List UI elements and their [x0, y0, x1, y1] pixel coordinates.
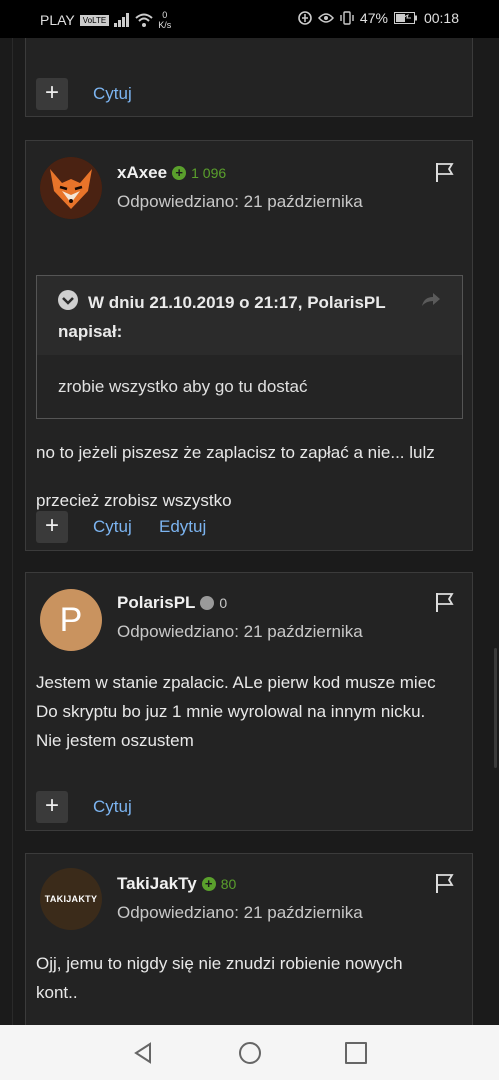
report-flag-icon[interactable]	[434, 161, 456, 183]
reputation-value: 0	[219, 595, 228, 611]
speed-value: 0	[162, 10, 168, 20]
post-paragraph: Nie jestem oszustem	[36, 731, 194, 750]
quote-body: zrobie wszystko aby go tu dostać	[37, 355, 462, 418]
report-flag-icon[interactable]	[434, 872, 456, 894]
post-date: Odpowiedziano: 21 października	[117, 192, 363, 211]
post-card: P PolarisPL 0 Odpowiedziano: 21 paździer…	[25, 572, 473, 831]
eye-comfort-icon	[317, 13, 334, 23]
reputation-value: 1 096	[191, 165, 227, 181]
multiquote-button[interactable]: +	[36, 511, 68, 543]
status-right: 47% 00:18	[298, 10, 459, 26]
scrollbar[interactable]	[494, 648, 497, 768]
post-paragraph: kont..	[36, 983, 78, 1002]
post-card: + Cytuj	[25, 38, 473, 117]
quote-citation: W dniu 21.10.2019 o 21:17, PolarisPL	[88, 293, 386, 312]
post-card: xAxee + 1 096 Odpowiedziano: 21 paździer…	[25, 140, 473, 551]
vibrate-icon	[340, 11, 354, 25]
wifi-icon	[135, 13, 153, 27]
network-speed: 0 K/s	[158, 10, 171, 30]
battery-icon	[393, 12, 417, 24]
post-paragraph: Jestem w stanie zpalacic. ALe pierw kod …	[36, 673, 436, 692]
topic-content[interactable]: + Cytuj xAxee + 1 096 Odpowiedziano: 21 …	[0, 38, 499, 1025]
post-date: Odpowiedziano: 21 października	[117, 622, 363, 641]
post-actions: + Cytuj Edytuj	[26, 504, 472, 550]
author-line: TakiJakTy + 80	[117, 874, 236, 894]
avatar[interactable]: TAKIJAKTY	[40, 868, 102, 930]
go-to-quoted-icon[interactable]	[420, 290, 442, 308]
quote-citation-cont: napisał:	[58, 322, 123, 341]
edit-button[interactable]: Edytuj	[159, 517, 206, 537]
author-name[interactable]: PolarisPL	[117, 593, 195, 613]
reputation-value: 80	[220, 876, 237, 892]
post-paragraph: Ojj, jemu to nigdy się nie znudzi robien…	[36, 954, 403, 973]
quote-block: W dniu 21.10.2019 o 21:17, PolarisPL nap…	[36, 275, 463, 419]
clock: 00:18	[423, 10, 459, 26]
post-card: TAKIJAKTY TakiJakTy + 80 Odpowiedziano: …	[25, 853, 473, 1025]
left-divider	[12, 38, 13, 1025]
avatar-letter: P	[59, 600, 83, 639]
quote-button[interactable]: Cytuj	[93, 517, 132, 537]
signal-icon	[114, 13, 130, 27]
report-flag-icon[interactable]	[434, 591, 456, 613]
multiquote-button[interactable]: +	[36, 791, 68, 823]
post-paragraph: Do skryptu bo juz 1 mnie wyrolowal na in…	[36, 702, 426, 721]
author-line: PolarisPL 0	[117, 593, 227, 613]
quote-header: W dniu 21.10.2019 o 21:17, PolarisPL nap…	[37, 276, 462, 355]
volte-badge: VoLTE	[79, 14, 110, 26]
post-body: Jestem w stanie zpalacic. ALe pierw kod …	[36, 668, 462, 755]
post-paragraph: no to jeżeli piszesz że zaplacisz to zap…	[36, 443, 435, 462]
reputation-neutral-icon	[200, 596, 215, 610]
back-icon[interactable]	[133, 1042, 153, 1064]
quote-text: zrobie wszystko aby go tu dostać	[58, 377, 308, 396]
reputation-plus-icon: +	[172, 166, 187, 180]
quote-collapse-icon[interactable]	[58, 290, 78, 310]
quote-button[interactable]: Cytuj	[93, 84, 132, 104]
home-icon[interactable]	[239, 1042, 261, 1064]
author-name[interactable]: TakiJakTy	[117, 874, 197, 894]
status-bar: PLAY VoLTE 0 K/s 47% 00:18	[0, 0, 499, 38]
status-left: PLAY VoLTE 0 K/s	[40, 10, 171, 30]
speed-unit: K/s	[158, 20, 172, 30]
avatar[interactable]: P	[40, 589, 102, 651]
post-actions: + Cytuj	[26, 71, 472, 117]
system-nav-bar	[0, 1025, 499, 1080]
quote-button[interactable]: Cytuj	[93, 797, 132, 817]
avatar-logo-text: TAKIJAKTY	[44, 894, 98, 904]
recent-apps-icon[interactable]	[345, 1042, 367, 1064]
data-saver-icon	[298, 11, 312, 25]
post-body: Ojj, jemu to nigdy się nie znudzi robien…	[36, 949, 462, 1007]
avatar[interactable]	[40, 157, 102, 219]
post-date: Odpowiedziano: 21 października	[117, 903, 363, 922]
multiquote-button[interactable]: +	[36, 78, 68, 110]
author-name[interactable]: xAxee	[117, 163, 167, 183]
fox-logo-icon	[40, 157, 102, 219]
author-line: xAxee + 1 096	[117, 163, 226, 183]
carrier-label: PLAY	[40, 12, 75, 28]
battery-percent: 47%	[359, 10, 388, 26]
reputation-plus-icon: +	[201, 877, 216, 891]
post-actions: + Cytuj	[26, 784, 472, 830]
